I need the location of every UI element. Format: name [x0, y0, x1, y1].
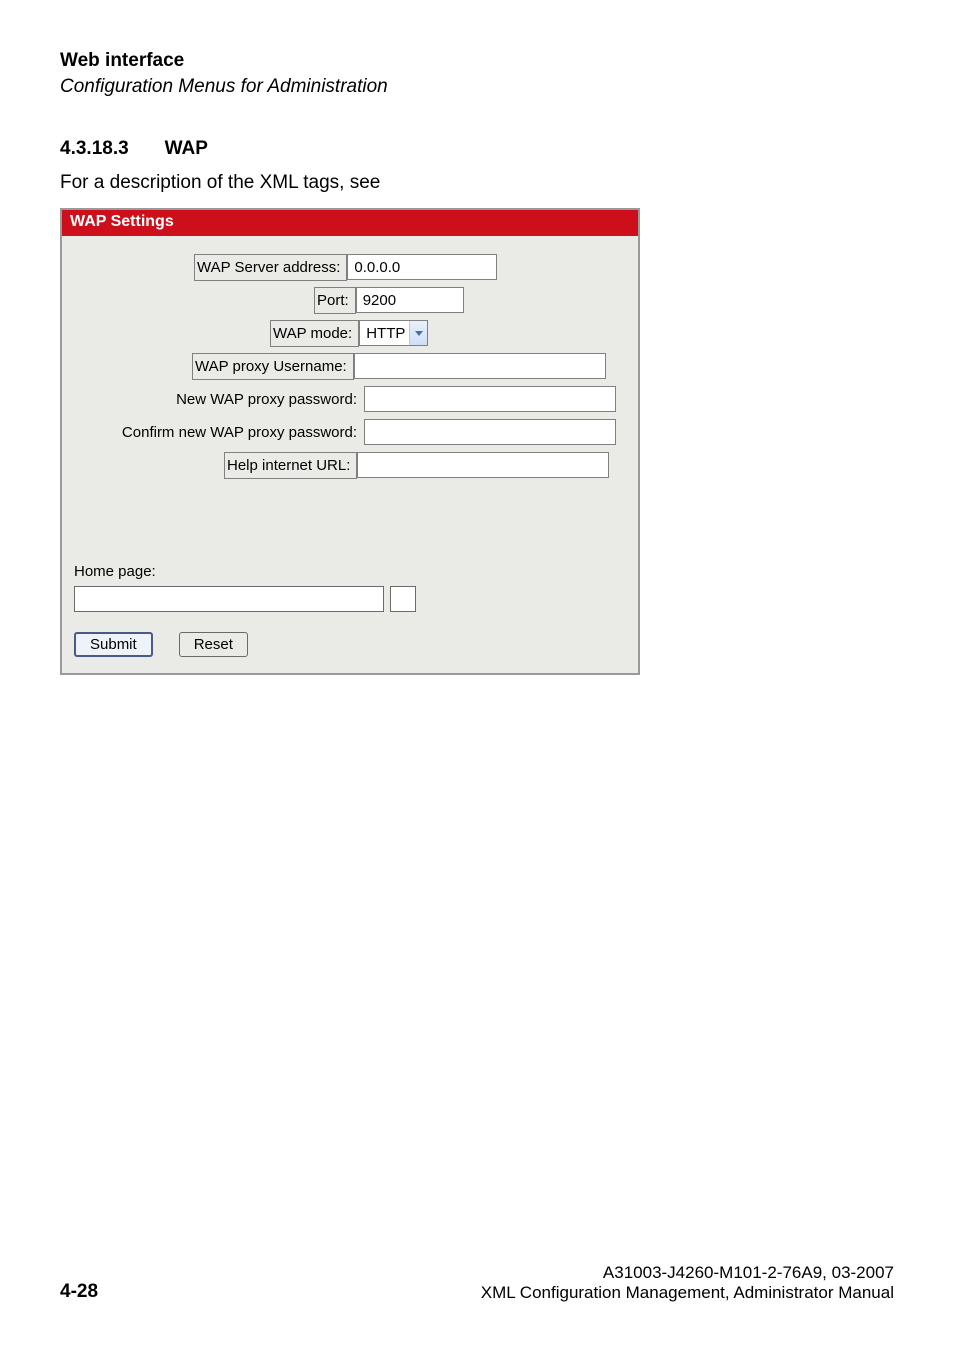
- label-wap-mode: WAP mode:: [270, 320, 359, 347]
- page-header: Web interface Configuration Menus for Ad…: [60, 50, 894, 98]
- button-row: Submit Reset: [74, 632, 626, 657]
- page-title: Web interface: [60, 50, 894, 72]
- row-new-wap-proxy-password: New WAP proxy password:: [74, 386, 626, 413]
- select-wap-mode-value: HTTP: [366, 325, 409, 342]
- doc-id: A31003-J4260-M101-2-76A9, 03-2007: [481, 1263, 894, 1283]
- label-home-page: Home page:: [74, 563, 626, 580]
- select-wap-mode[interactable]: HTTP: [359, 320, 428, 346]
- page-subtitle: Configuration Menus for Administration: [60, 76, 894, 98]
- wap-settings-panel: WAP Settings WAP Server address: Port: W…: [60, 208, 640, 675]
- label-new-wap-proxy-password: New WAP proxy password:: [74, 386, 364, 413]
- panel-body: WAP Server address: Port: WAP mode: HTTP…: [62, 236, 638, 673]
- input-new-wap-proxy-password[interactable]: [364, 386, 616, 412]
- input-wap-server-address[interactable]: [347, 254, 497, 280]
- chevron-down-icon: [409, 321, 427, 345]
- input-port[interactable]: [356, 287, 464, 313]
- label-port: Port:: [314, 287, 356, 314]
- section-heading: 4.3.18.3 WAP: [60, 138, 894, 160]
- input-wap-proxy-username[interactable]: [354, 353, 606, 379]
- label-confirm-new-wap-proxy-password: Confirm new WAP proxy password:: [74, 419, 364, 446]
- row-help-internet-url: Help internet URL:: [74, 452, 626, 479]
- row-wap-server-address: WAP Server address:: [74, 254, 626, 281]
- panel-title: WAP Settings: [62, 210, 638, 236]
- intro-text: For a description of the XML tags, see: [60, 172, 894, 194]
- spacer: [74, 485, 626, 555]
- row-wap-proxy-username: WAP proxy Username:: [74, 353, 626, 380]
- footer-right: A31003-J4260-M101-2-76A9, 03-2007 XML Co…: [481, 1263, 894, 1303]
- label-wap-server-address: WAP Server address:: [194, 254, 347, 281]
- section-number: 4.3.18.3: [60, 138, 129, 160]
- input-confirm-new-wap-proxy-password[interactable]: [364, 419, 616, 445]
- home-page-picker-button[interactable]: [390, 586, 416, 612]
- input-help-internet-url[interactable]: [357, 452, 609, 478]
- page-footer: 4-28 A31003-J4260-M101-2-76A9, 03-2007 X…: [60, 1263, 894, 1303]
- page-number: 4-28: [60, 1281, 98, 1303]
- row-home-page: [74, 586, 626, 612]
- reset-button[interactable]: Reset: [179, 632, 248, 657]
- section-title: WAP: [165, 138, 208, 159]
- label-wap-proxy-username: WAP proxy Username:: [192, 353, 354, 380]
- submit-button[interactable]: Submit: [74, 632, 153, 657]
- row-confirm-new-wap-proxy-password: Confirm new WAP proxy password:: [74, 419, 626, 446]
- doc-title: XML Configuration Management, Administra…: [481, 1283, 894, 1303]
- row-port: Port:: [74, 287, 626, 314]
- row-wap-mode: WAP mode: HTTP: [74, 320, 626, 347]
- input-home-page[interactable]: [74, 586, 384, 612]
- label-help-internet-url: Help internet URL:: [224, 452, 357, 479]
